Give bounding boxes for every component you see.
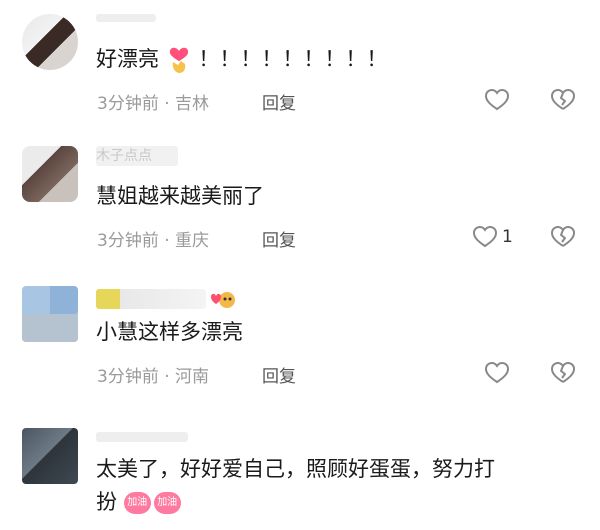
comment-meta: 3分钟前 · 吉林 bbox=[97, 94, 210, 114]
broken-heart-icon bbox=[551, 362, 575, 383]
broken-heart-icon bbox=[551, 89, 575, 110]
reply-button[interactable]: 回复 bbox=[262, 89, 296, 114]
dislike-button[interactable] bbox=[550, 361, 576, 389]
comment-text: 小慧这样多漂亮 bbox=[96, 320, 243, 344]
dislike-button[interactable] bbox=[550, 225, 576, 253]
comment-text: 慧姐越来越美丽了 bbox=[96, 184, 264, 208]
avatar[interactable] bbox=[22, 428, 78, 484]
avatar[interactable] bbox=[22, 14, 78, 70]
finger-heart-emoji-icon bbox=[169, 47, 188, 73]
heart-outline-icon bbox=[484, 88, 510, 111]
heart-outline-icon bbox=[484, 361, 510, 384]
avatar[interactable] bbox=[22, 146, 78, 202]
broken-heart-icon bbox=[551, 226, 575, 247]
like-button[interactable] bbox=[484, 88, 514, 112]
username-blurred[interactable] bbox=[96, 289, 206, 309]
comment-meta: 3分钟前 · 河南 bbox=[97, 367, 210, 387]
dislike-button[interactable] bbox=[550, 88, 576, 116]
comment-text: 好漂亮 ！！！！！！！！！ bbox=[96, 43, 387, 76]
cheer-emoji-badge: 加油 bbox=[153, 492, 181, 514]
comment-text-line: 扮 加油 加油 bbox=[96, 486, 184, 519]
reply-button[interactable]: 回复 bbox=[262, 362, 296, 387]
username-blurred[interactable] bbox=[96, 432, 188, 442]
username-blurred[interactable] bbox=[96, 14, 156, 22]
username[interactable]: 木子点点 bbox=[96, 146, 178, 166]
heart-outline-icon bbox=[472, 225, 498, 248]
reply-button[interactable]: 回复 bbox=[262, 226, 296, 251]
avatar[interactable] bbox=[22, 286, 78, 342]
comment-meta: 3分钟前 · 重庆 bbox=[97, 231, 210, 251]
comment-text-line: 太美了，好好爱自己，照顾好蛋蛋，努力打 bbox=[96, 457, 495, 481]
like-count: 1 bbox=[502, 227, 513, 247]
like-button[interactable] bbox=[484, 361, 514, 385]
avatar-decoration-emoji bbox=[211, 292, 235, 308]
cheer-emoji-badge: 加油 bbox=[123, 492, 151, 514]
like-button[interactable]: 1 bbox=[472, 225, 513, 249]
